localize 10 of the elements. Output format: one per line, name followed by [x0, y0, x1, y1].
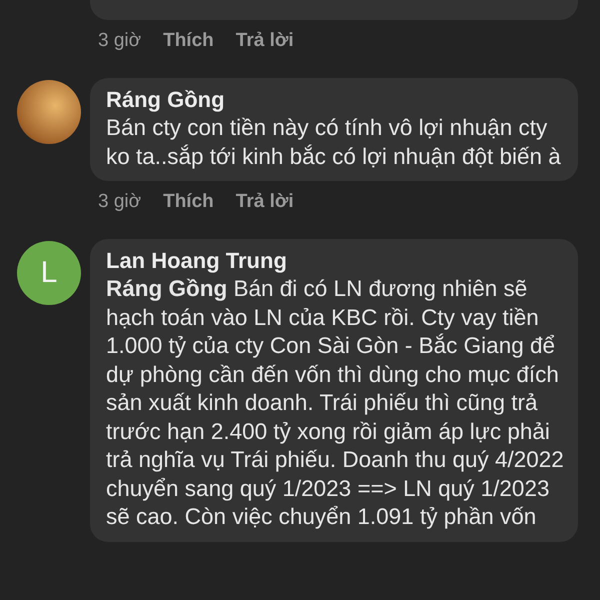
reply-link[interactable]: Trả lời	[236, 191, 294, 213]
like-link[interactable]: Thích	[163, 30, 214, 52]
author-name[interactable]: Lan Hoang Trung	[106, 247, 566, 275]
comment-text: Bán cty con tiền này có tính vô lợi nhuận cty ko ta..sắp tới kinh bắc có lợi nhuận đột biến à	[106, 114, 562, 171]
comment-text: Ráng Gồng Bán đi có LN đương nhiên sẽ hạch toán vào LN của KBC rồi. Cty vay tiền 1.000 tỷ của cty Con Sài Gòn - Bắc Giang để dự phòng cần đến vốn thì dùng cho mục đích sản xuất kinh doanh. Trái phiếu thì cũng trả trước hạn 2.400 tỷ xong rồi giảm áp lực phải trả nghĩa vụ Trái phiếu. Doanh thu quý 4/2022 chuyển sang quý 1/2023 ==> LN quý 1/2023 sẽ cao. Còn việc chuyển 1.091 tỷ phần vốn	[106, 275, 565, 531]
comment-time: 3 giờ	[98, 191, 142, 213]
like-link[interactable]: Thích	[163, 191, 214, 213]
reply-link[interactable]: Trả lời	[236, 30, 294, 52]
author-name[interactable]: Ráng Gồng	[106, 86, 566, 114]
comment-time: 3 giờ	[98, 30, 142, 52]
